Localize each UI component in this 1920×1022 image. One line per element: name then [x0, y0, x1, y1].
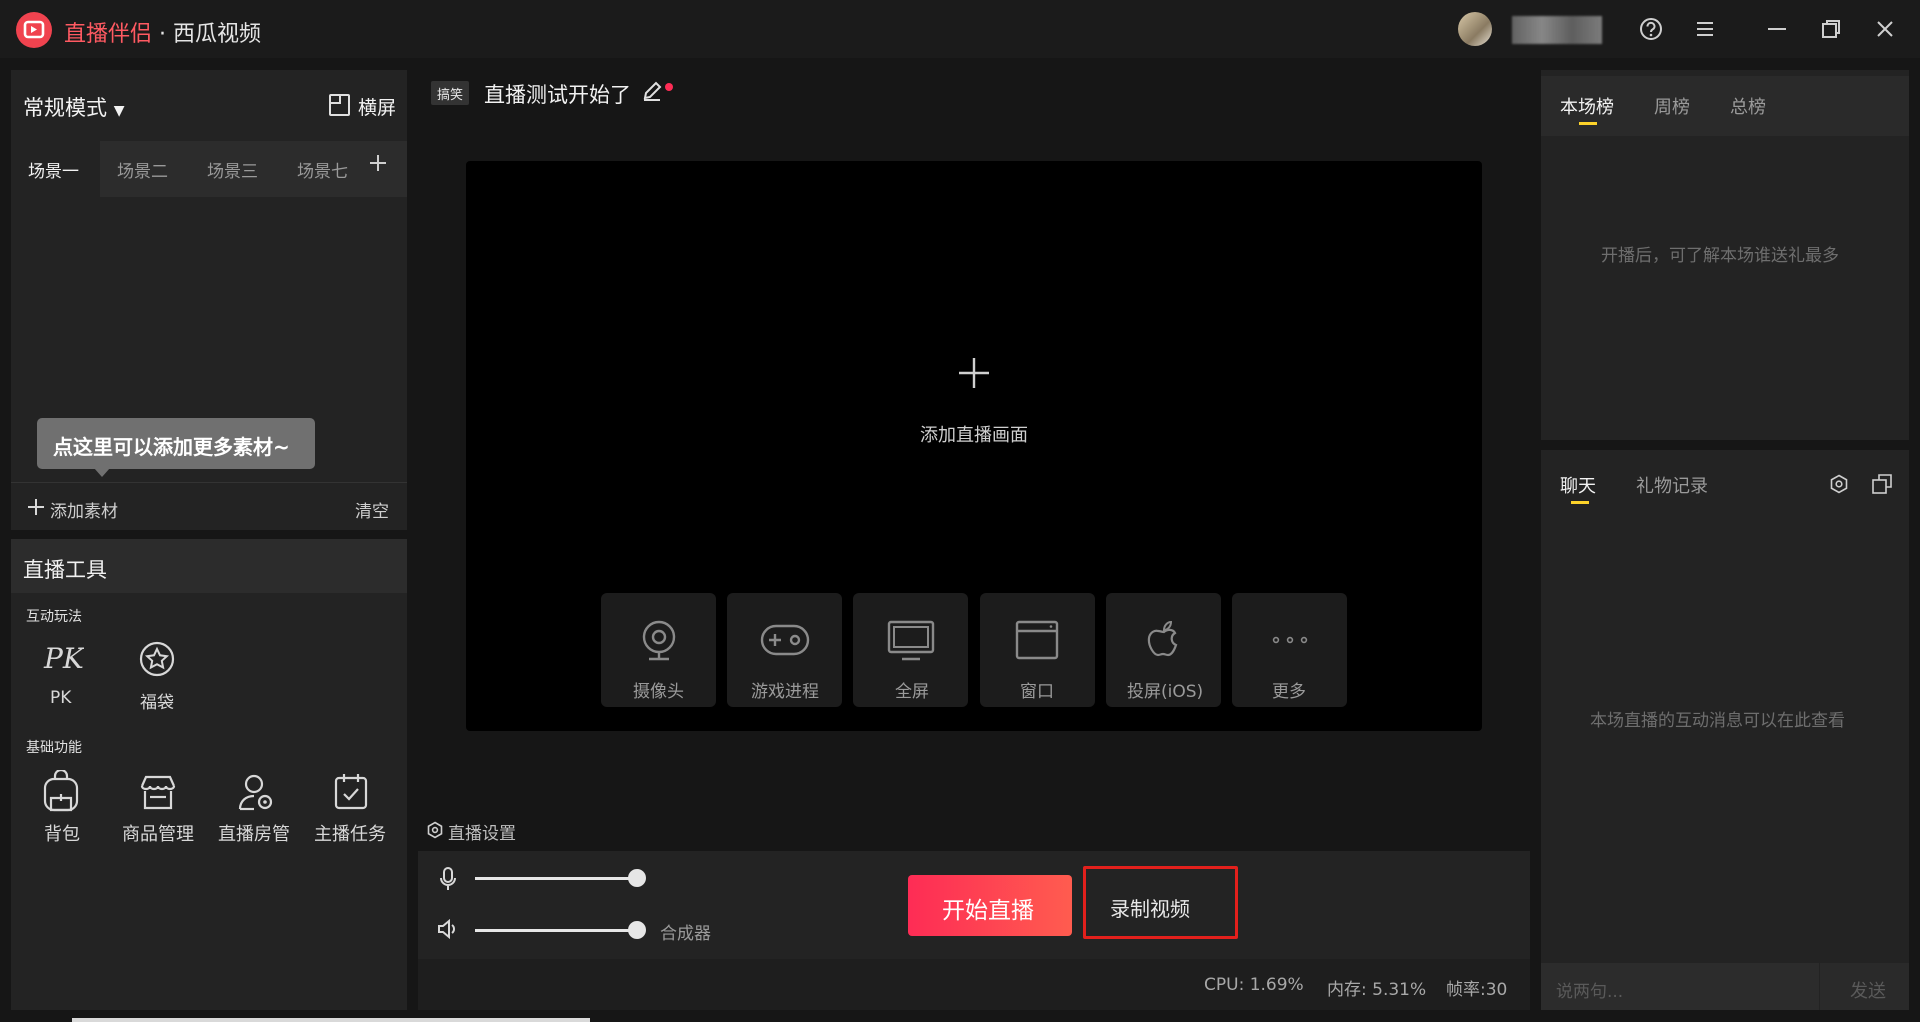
chat-tab-underline [1571, 501, 1589, 504]
taskbar-strip [72, 1018, 590, 1022]
category-tag[interactable]: 搞笑 [431, 81, 470, 105]
edit-icon[interactable] [641, 80, 663, 102]
tab-scene-1[interactable]: 场景一 [28, 157, 79, 182]
lucky-bag-icon[interactable] [138, 640, 176, 678]
tab-gift-record[interactable]: 礼物记录 [1636, 472, 1708, 498]
tab-scene-7[interactable]: 场景七 [297, 157, 348, 182]
streamer-task-icon[interactable] [332, 772, 370, 812]
plus-icon[interactable] [26, 497, 46, 517]
popout-icon[interactable] [1871, 473, 1893, 495]
tab-underline [1579, 122, 1597, 125]
cpu-stat: CPU: 1.69% [1204, 975, 1304, 995]
camera-icon [637, 617, 681, 661]
chat-settings-icon[interactable] [1829, 474, 1849, 494]
mic-slider-knob[interactable] [628, 869, 646, 887]
unsaved-dot [665, 83, 673, 91]
add-scene-icon[interactable] [367, 152, 389, 174]
tab-rank-total[interactable]: 总榜 [1730, 93, 1766, 119]
speaker-slider-fill [475, 929, 637, 932]
tab-scene-2[interactable]: 场景二 [117, 157, 168, 182]
tab-rank-weekly[interactable]: 周榜 [1654, 93, 1690, 119]
source-game-label: 游戏进程 [751, 682, 819, 702]
add-material-button[interactable]: 添加素材 [50, 497, 118, 522]
mic-slider-fill [475, 877, 637, 880]
restore-icon[interactable] [1816, 14, 1846, 44]
app-brand: 直播伴侣 [64, 22, 153, 47]
tooltip-text: 点这里可以添加更多素材~ [53, 435, 290, 459]
divider [11, 482, 407, 483]
window-icon [1014, 619, 1060, 661]
caret-down-icon: ▼ [113, 103, 125, 119]
svg-text:PK: PK [43, 642, 84, 675]
orientation-icon[interactable] [328, 92, 352, 118]
memory-stat: 内存: 5.31% [1327, 980, 1427, 1000]
room-admin-icon[interactable] [236, 772, 276, 812]
minimize-icon[interactable] [1762, 14, 1792, 44]
chat-empty-hint: 本场直播的互动消息可以在此查看 [1590, 711, 1845, 731]
pk-icon[interactable]: PK [40, 640, 84, 676]
settings-hex-icon[interactable] [426, 821, 444, 839]
app-platform: 西瓜视频 [173, 22, 262, 47]
speaker-slider-knob[interactable] [628, 921, 646, 939]
clear-button[interactable]: 清空 [355, 497, 389, 522]
interactive-section-title: 互动玩法 [26, 609, 82, 625]
speaker-slider-track[interactable] [475, 929, 637, 932]
backpack-icon[interactable] [40, 770, 82, 814]
tool-pk-label[interactable]: PK [50, 688, 71, 708]
add-screen-label[interactable]: 添加直播画面 [920, 421, 1028, 447]
source-camera-label: 摄像头 [633, 682, 684, 702]
add-screen-plus-icon[interactable] [957, 356, 991, 390]
source-more-label: 更多 [1272, 682, 1306, 702]
tab-chat[interactable]: 聊天 [1560, 472, 1596, 498]
orientation-label[interactable]: 横屏 [358, 93, 396, 120]
tooltip-arrow [94, 468, 110, 477]
gamepad-icon [759, 620, 811, 660]
app-logo-icon [16, 12, 52, 48]
start-live-label: 开始直播 [942, 898, 1034, 924]
avatar[interactable] [1458, 12, 1492, 46]
mode-selector[interactable]: 常规模式 ▼ [23, 92, 124, 122]
menu-icon[interactable] [1690, 14, 1720, 44]
app-title-separator: · [152, 22, 173, 47]
live-settings-label[interactable]: 直播设置 [448, 819, 516, 844]
title-bar [0, 0, 1920, 58]
speaker-icon[interactable] [436, 918, 460, 940]
tab-scene-3[interactable]: 场景三 [207, 157, 258, 182]
monitor-icon [886, 619, 936, 661]
shop-icon[interactable] [138, 772, 178, 812]
record-video-button[interactable]: 录制视频 [1110, 893, 1190, 922]
more-dots-icon [1270, 634, 1310, 646]
rank-empty-hint: 开播后，可了解本场谁送礼最多 [1601, 246, 1839, 266]
basic-section-title: 基础功能 [26, 740, 82, 756]
chat-input[interactable]: 说两句... [1556, 977, 1623, 1002]
send-button[interactable]: 发送 [1850, 977, 1886, 1003]
close-icon[interactable] [1870, 14, 1900, 44]
tools-title: 直播工具 [23, 558, 107, 582]
help-circle-icon[interactable] [1636, 14, 1666, 44]
tab-rank-current[interactable]: 本场榜 [1560, 93, 1614, 119]
apple-icon [1145, 618, 1183, 662]
tool-lucky-bag-label[interactable]: 福袋 [140, 688, 174, 713]
tool-room-admin-label[interactable]: 直播房管 [218, 820, 290, 846]
source-fullscreen-label: 全屏 [895, 682, 929, 702]
microphone-icon[interactable] [438, 866, 458, 892]
app-title: 直播伴侣 · 西瓜视频 [64, 16, 261, 48]
source-window-label: 窗口 [1020, 682, 1054, 702]
stream-title[interactable]: 直播测试开始了 [484, 79, 631, 109]
tool-backpack-label[interactable]: 背包 [44, 820, 80, 846]
tool-streamer-task-label[interactable]: 主播任务 [314, 820, 386, 846]
mixer-label[interactable]: 合成器 [660, 919, 711, 944]
mode-label: 常规模式 [23, 96, 107, 120]
fps-stat: 帧率:30 [1446, 980, 1508, 1000]
tool-product-management-label[interactable]: 商品管理 [122, 820, 194, 846]
source-ios-cast-label: 投屏(iOS) [1127, 682, 1204, 702]
mic-slider-track[interactable] [475, 877, 637, 880]
username-blurred[interactable] [1512, 16, 1602, 44]
